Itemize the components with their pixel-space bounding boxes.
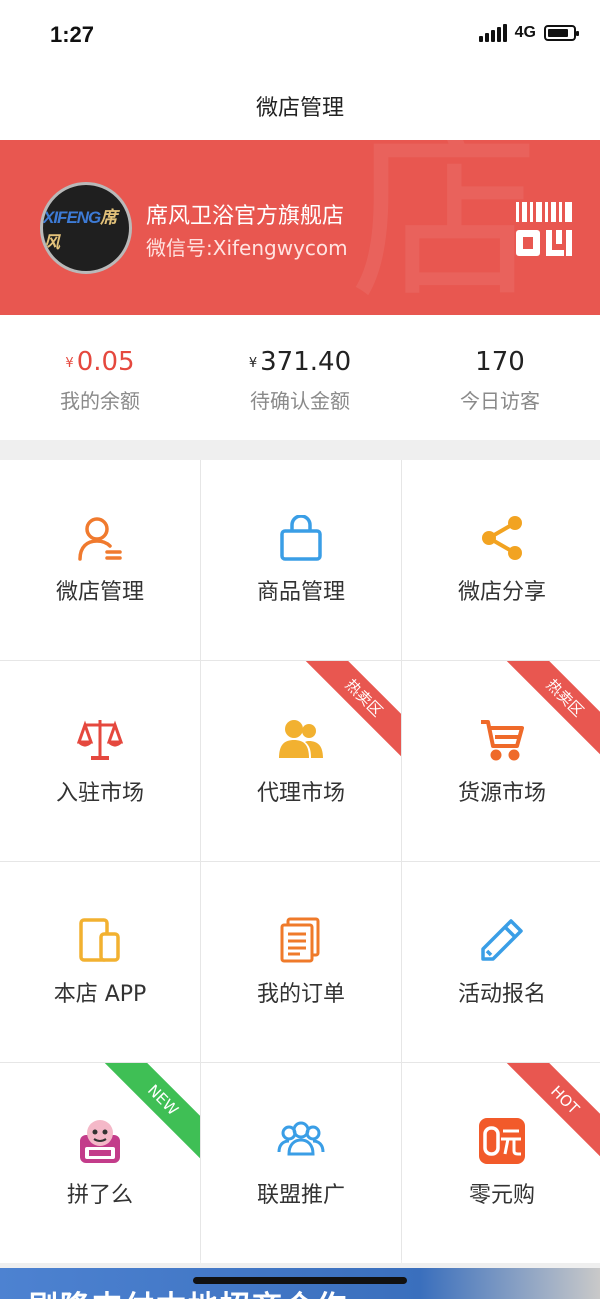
shop-header: 店 XIFENG席风 席风卫浴官方旗舰店 微信号:Xifengwycom bbox=[0, 140, 600, 315]
qr-code-icon[interactable] bbox=[516, 202, 572, 256]
page-title: 微店管理 bbox=[255, 96, 344, 121]
stat-visitors[interactable]: 170 今日访客 bbox=[400, 315, 600, 440]
nav-bar: 微店管理 bbox=[0, 72, 600, 140]
menu-label: 入驻市场 bbox=[55, 781, 144, 806]
watermark: 店 bbox=[350, 140, 541, 315]
menu-label: 零元购 bbox=[468, 1183, 535, 1208]
stat-label: 待确认金额 bbox=[250, 389, 350, 413]
shopping-bag-icon bbox=[277, 514, 325, 562]
menu-label: 联盟推广 bbox=[256, 1183, 345, 1208]
shop-name: 席风卫浴官方旗舰店 bbox=[146, 204, 345, 229]
user-manage-icon bbox=[76, 514, 124, 562]
pinlema-logo-icon bbox=[76, 1117, 124, 1165]
shop-logo: XIFENG席风 bbox=[43, 208, 117, 252]
status-time: 1:27 bbox=[50, 22, 95, 47]
menu-agent-market[interactable]: 代理市场 热卖区 bbox=[201, 661, 401, 861]
battery-icon bbox=[544, 25, 579, 41]
scale-icon bbox=[76, 715, 124, 763]
menu-zero-buy[interactable]: 零元购 HOT bbox=[402, 1063, 600, 1263]
menu-shop-share[interactable]: 微店分享 bbox=[402, 460, 600, 660]
battery-level bbox=[548, 29, 568, 37]
menu-shop-app[interactable]: 本店 APP bbox=[0, 862, 200, 1062]
share-icon bbox=[478, 514, 526, 562]
network-type: 4G bbox=[514, 24, 536, 41]
menu-label: 本店 APP bbox=[53, 982, 147, 1007]
stat-label: 今日访客 bbox=[460, 389, 540, 413]
menu-label: 货源市场 bbox=[457, 781, 546, 806]
shop-avatar[interactable]: XIFENG席风 bbox=[40, 182, 132, 274]
devices-icon bbox=[76, 916, 124, 964]
banner-text: 剧降支付本地招商合作 bbox=[28, 1282, 348, 1299]
zero-buy-icon bbox=[478, 1117, 526, 1165]
stat-pending-amount[interactable]: ¥371.40 待确认金额 bbox=[200, 315, 400, 440]
stat-label: 我的余额 bbox=[60, 389, 140, 413]
menu-label: 拼了么 bbox=[66, 1183, 133, 1208]
menu-label: 代理市场 bbox=[256, 781, 345, 806]
menu-label: 微店分享 bbox=[457, 580, 546, 605]
menu-settle-market[interactable]: 入驻市场 bbox=[0, 661, 200, 861]
menu-label: 活动报名 bbox=[457, 982, 546, 1007]
menu-label: 我的订单 bbox=[256, 982, 345, 1007]
menu-grid: 微店管理 商品管理 微店分享 入驻市场 代理市场 热卖区 货源市场 热卖区 本店… bbox=[0, 460, 600, 1263]
menu-my-orders[interactable]: 我的订单 bbox=[201, 862, 401, 1062]
shop-wechat-id: 微信号:Xifengwycom bbox=[146, 236, 348, 260]
menu-shop-manage[interactable]: 微店管理 bbox=[0, 460, 200, 660]
signal-icon bbox=[478, 24, 509, 42]
stat-value: ¥0.05 bbox=[65, 347, 135, 377]
stat-value: 170 bbox=[475, 347, 525, 377]
menu-label: 微店管理 bbox=[55, 580, 144, 605]
stats-row: ¥0.05 我的余额 ¥371.40 待确认金额 170 今日访客 bbox=[0, 315, 600, 440]
menu-event-signup[interactable]: 活动报名 bbox=[402, 862, 600, 1062]
status-indicators: 4G bbox=[478, 24, 579, 42]
agents-icon bbox=[277, 715, 325, 763]
cart-icon bbox=[478, 715, 526, 763]
menu-label: 商品管理 bbox=[256, 580, 345, 605]
pencil-icon bbox=[478, 916, 526, 964]
menu-pinlema[interactable]: 拼了么 NEW bbox=[0, 1063, 200, 1263]
menu-product-manage[interactable]: 商品管理 bbox=[201, 460, 401, 660]
stat-value: ¥371.40 bbox=[248, 347, 352, 377]
alliance-icon bbox=[277, 1117, 325, 1165]
order-list-icon bbox=[277, 916, 325, 964]
home-indicator[interactable] bbox=[193, 1277, 407, 1284]
stat-balance[interactable]: ¥0.05 我的余额 bbox=[0, 315, 200, 440]
menu-alliance-promotion[interactable]: 联盟推广 bbox=[201, 1063, 401, 1263]
status-bar: 1:27 4G bbox=[0, 0, 600, 72]
menu-supply-market[interactable]: 货源市场 热卖区 bbox=[402, 661, 600, 861]
